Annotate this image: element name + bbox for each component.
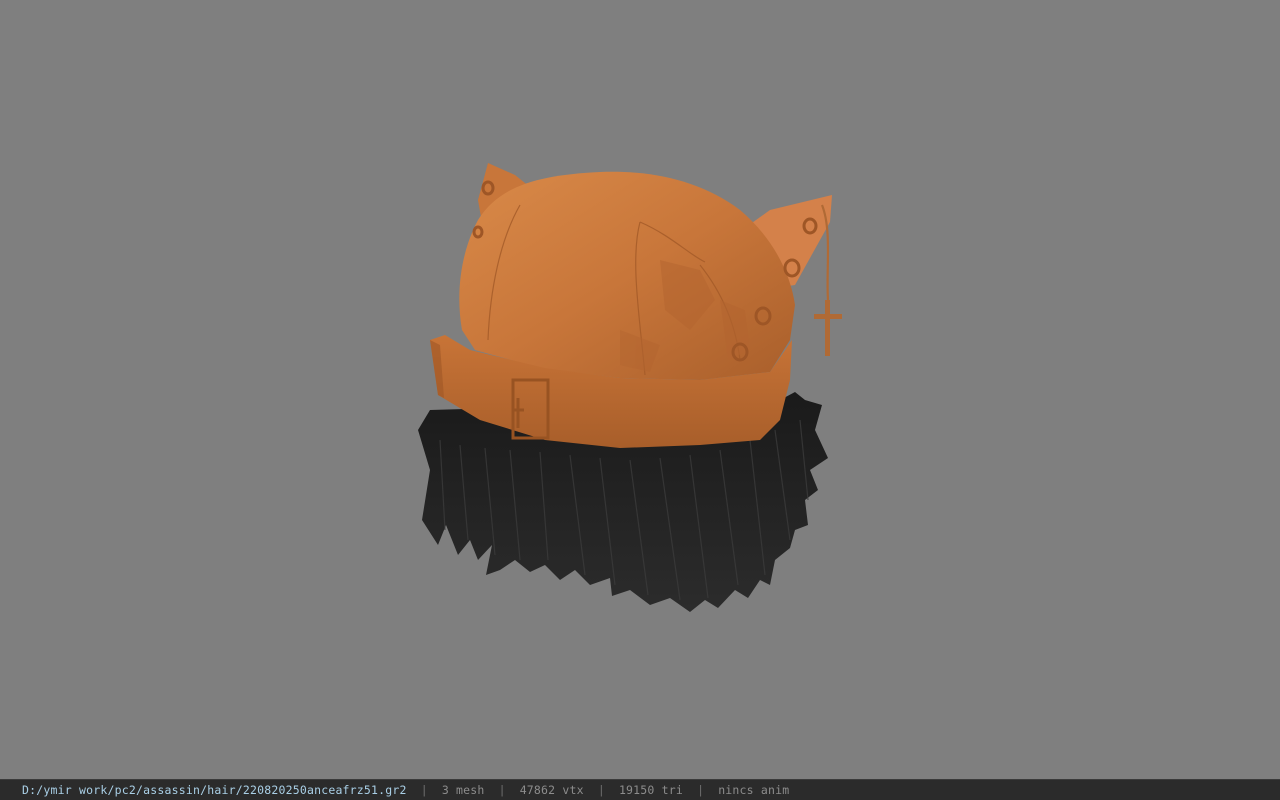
separator: | — [420, 783, 428, 797]
vertex-count-label: 47862 vtx — [519, 783, 584, 797]
file-path-label: D:/ymir work/pc2/assassin/hair/220820250… — [22, 783, 407, 797]
model-render — [418, 163, 842, 612]
3d-viewport[interactable] — [0, 0, 1280, 779]
separator: | — [697, 783, 705, 797]
triangle-count-label: 19150 tri — [618, 783, 684, 797]
hat-mesh — [430, 163, 842, 448]
separator: | — [498, 783, 506, 797]
status-bar: D:/ymir work/pc2/assassin/hair/220820250… — [0, 779, 1280, 800]
mesh-count-label: 3 mesh — [441, 783, 485, 797]
separator: | — [597, 783, 605, 797]
animation-status-label: nincs anim — [718, 783, 790, 797]
